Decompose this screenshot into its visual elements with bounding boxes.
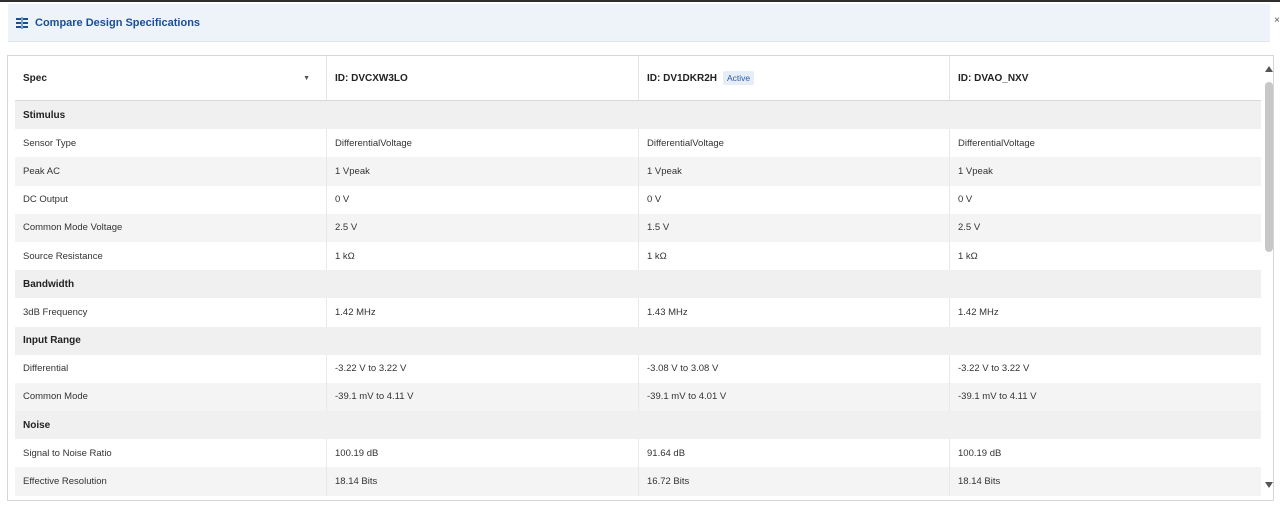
table-row: 3dB Frequency 1.42 MHz 1.43 MHz 1.42 MHz (15, 298, 1261, 327)
spec-value: 100.19 dB (958, 447, 1002, 459)
spec-value: -3.22 V to 3.22 V (958, 363, 1030, 375)
design-id-label: ID: DVAO_NXV (958, 72, 1029, 84)
section-header: Bandwidth (15, 270, 1261, 299)
spec-value: 18.14 Bits (327, 467, 639, 496)
spec-value: 0 V (327, 185, 639, 214)
spec-label: Effective Resolution (15, 467, 327, 496)
spec-value: DifferentialVoltage (958, 137, 1035, 149)
spec-label: Peak AC (15, 157, 327, 186)
spec-value: 1.42 MHz (327, 298, 639, 327)
table-row: Sensor Type DifferentialVoltage Differenti… (15, 129, 1261, 158)
table-row: Common Mode Voltage 2.5 V 1.5 V 2.5 V (15, 213, 1261, 242)
spec-value: 91.64 dB (639, 439, 950, 468)
table-row: Effective Resolution 18.14 Bits 16.72 Bits… (15, 467, 1261, 496)
table-row: Peak AC 1 Vpeak 1 Vpeak 1 Vpeak (15, 157, 1261, 186)
comparison-table: Spec ▼ ID: DVCXW3LO ID: DV1DKR2H Active … (15, 56, 1261, 496)
spec-value: DifferentialVoltage (327, 129, 639, 158)
spec-value: 16.72 Bits (639, 467, 950, 496)
compare-icon (16, 16, 28, 29)
design-column-header-3: ID: DVAO_NXV (950, 56, 1261, 100)
spec-header-label: Spec (23, 72, 47, 84)
spec-value: 1 kΩ (958, 250, 978, 262)
spec-value: 1 Vpeak (639, 157, 950, 186)
table-row: DC Output 0 V0 V0 V (15, 185, 1261, 214)
spec-value: 18.14 Bits (958, 476, 1001, 488)
spec-label: Signal to Noise Ratio (15, 439, 327, 468)
table-row: Common Mode -39.1 mV to 4.11 V -39.1 mV to… (15, 382, 1261, 412)
vertical-scrollbar[interactable] (1264, 64, 1273, 494)
spec-column-header[interactable]: Spec ▼ (15, 56, 327, 100)
design-column-header-1: ID: DVCXW3LO (327, 56, 639, 100)
spec-value: -3.22 V to 3.22 V (327, 354, 639, 383)
spec-value: 1 kΩ (639, 241, 950, 271)
spec-value: 2.5 V (327, 213, 639, 242)
spec-value: -39.1 mV to 4.01 V (639, 382, 950, 412)
spec-value: 1 Vpeak (327, 157, 639, 186)
spec-value: DifferentialVoltage (639, 129, 950, 158)
design-column-header-2: ID: DV1DKR2H Active (639, 56, 950, 100)
section-header: Noise (15, 411, 1261, 440)
spec-label: Source Resistance (15, 241, 327, 271)
table-row: Differential -3.22 V to 3.22 V -3.08 V to … (15, 354, 1261, 383)
spec-value: 100.19 dB (327, 439, 639, 468)
scrollbar-thumb[interactable] (1265, 82, 1273, 252)
dialog-header: Compare Design Specifications (8, 4, 1270, 42)
design-id-label: ID: DVCXW3LO (335, 72, 408, 84)
spec-value: 0 V (639, 185, 950, 214)
spec-label: Common Mode Voltage (15, 213, 327, 242)
spec-value: -39.1 mV to 4.11 V (327, 382, 639, 412)
scroll-down-icon[interactable] (1265, 482, 1273, 488)
spec-label: DC Output (15, 185, 327, 214)
spec-value: -39.1 mV to 4.11 V (958, 391, 1037, 403)
scroll-up-icon[interactable] (1265, 66, 1273, 72)
spec-label: Differential (15, 354, 327, 383)
table-row: Signal to Noise Ratio 100.19 dB 91.64 dB 10… (15, 439, 1261, 468)
window-top-border (0, 0, 1280, 2)
chevron-down-icon[interactable]: ▼ (303, 75, 310, 82)
active-badge: Active (723, 71, 755, 85)
spec-value: 0 V (958, 194, 973, 206)
spec-label: Common Mode (15, 382, 327, 412)
spec-value: 1.43 MHz (639, 298, 950, 327)
spec-label: Sensor Type (15, 129, 327, 158)
spec-label: 3dB Frequency (15, 298, 327, 327)
close-icon[interactable]: × (1274, 15, 1280, 26)
spec-value: 1.5 V (639, 213, 950, 242)
section-header: Input Range (15, 326, 1261, 355)
spec-value: -3.08 V to 3.08 V (639, 354, 950, 383)
comparison-panel: Spec ▼ ID: DVCXW3LO ID: DV1DKR2H Active … (7, 55, 1274, 501)
table-body: Stimulus Sensor Type DifferentialVoltage Di… (15, 101, 1261, 496)
table-row: Source Resistance 1 kΩ 1 kΩ 1 kΩ (15, 241, 1261, 271)
design-id-label: ID: DV1DKR2H (647, 72, 718, 84)
dialog-title: Compare Design Specifications (35, 16, 201, 29)
spec-value: 1.42 MHz (958, 306, 999, 318)
table-header-row: Spec ▼ ID: DVCXW3LO ID: DV1DKR2H Active … (15, 56, 1261, 101)
section-header: Stimulus (15, 101, 1261, 130)
spec-value: 2.5 V (958, 222, 981, 234)
spec-value: 1 Vpeak (958, 165, 993, 177)
spec-value: 1 kΩ (327, 241, 639, 271)
